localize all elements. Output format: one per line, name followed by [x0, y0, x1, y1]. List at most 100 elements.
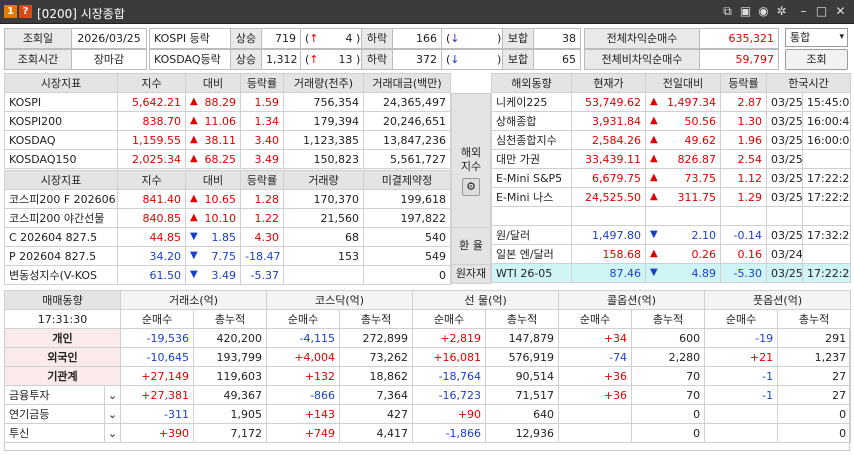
- gear-icon[interactable]: ⚙: [462, 178, 480, 196]
- table-row[interactable]: 연기금등 ⌄ -311 1,905 +143 427 +90 640 0 0: [4, 404, 852, 424]
- table-row[interactable]: KOSPI 5,642.21 ▲ 88.29 1.59 756,354 24,365,497: [4, 92, 451, 112]
- close-icon[interactable]: ✕: [833, 4, 848, 19]
- overseas-date: 03/25: [766, 92, 803, 112]
- index-value: 838.70: [117, 111, 186, 131]
- camera-icon[interactable]: ◉: [756, 4, 771, 19]
- group-header: 선 물(억): [412, 290, 560, 310]
- investor-trading-table: 매매동향 거래소(억) 코스닥(억) 선 물(억) 콜옵션(억) 풋옵션(억) 17:31:…: [3, 290, 852, 443]
- down-arrow-icon: ▼: [650, 228, 658, 240]
- table-row[interactable]: [491, 206, 852, 226]
- cumulative-header: 총누적: [339, 309, 414, 329]
- chevron-down-icon[interactable]: ⌄: [103, 423, 122, 443]
- overseas-change: ▲ 73.75: [645, 168, 721, 188]
- window-title: [0200] 시장종합: [37, 7, 125, 21]
- investor-value: +27,381: [120, 385, 195, 405]
- index-amount: 24,365,497: [363, 92, 451, 112]
- table-row[interactable]: 니케이225 53,749.62 ▲ 1,497.34 2.87 03/25 15:45:0…: [491, 92, 852, 112]
- kospi-up-label: 상승: [230, 28, 262, 49]
- table-row[interactable]: 개인 -19,536 420,200 -4,115 272,899 +2,819 147,8…: [3, 328, 852, 348]
- table-row[interactable]: 일본 엔/달러 158.68 ▲ 0.26 0.16 03/24: [491, 244, 852, 264]
- overseas-index-label: 해외 지수: [460, 146, 482, 173]
- overseas-price: 3,931.84: [571, 111, 646, 131]
- table-row[interactable]: P 202604 827.5 34.20 ▼ 7.75 -18.47 153 549: [4, 246, 451, 266]
- investor-value: -4,115: [266, 328, 341, 348]
- table-row[interactable]: 변동성지수(V-KOS 61.50 ▼ 3.49 -5.37 0: [4, 265, 451, 285]
- instrument-oi: 540: [363, 227, 451, 247]
- non-arbitrage-label: 전체비차익순매수: [584, 49, 700, 70]
- table-row[interactable]: KOSDAQ 1,159.55 ▲ 38.11 3.40 1,123,385 13,847,…: [4, 130, 451, 150]
- overseas-date: 03/25: [766, 225, 803, 245]
- index-value: 5,642.21: [117, 92, 186, 112]
- up-arrow-icon: ▲: [190, 192, 198, 204]
- market-select[interactable]: 통합 ▾: [785, 28, 848, 47]
- chevron-down-icon[interactable]: ⌄: [103, 404, 122, 424]
- instrument-volume: 153: [283, 246, 364, 266]
- table-row[interactable]: 심천종합지수2,584.26 ▲ 49.621.9603/2516:00:03: [491, 130, 852, 150]
- link-icon[interactable]: ⧉: [720, 4, 735, 19]
- overseas-change: ▲ 50.56: [645, 111, 721, 131]
- down-arrow-icon: ▼: [190, 230, 198, 242]
- column-header: 미결제약정: [363, 170, 451, 190]
- settings-icon[interactable]: ✲: [774, 4, 789, 19]
- net-buy-header: 순매수: [558, 309, 633, 329]
- table-row[interactable]: WTI 26-0587.46 ▼ 4.89-5.3003/2517:22:27: [491, 263, 852, 283]
- instrument-rate: -5.37: [240, 265, 284, 285]
- table-row[interactable]: 금융투자 ⌄ +27,381 49,367 -866 7,364 -16,723 71,517…: [4, 385, 852, 405]
- table-row[interactable]: 원/달러1,497.80 ▼ 2.10-0.1403/2517:32:21: [491, 225, 852, 245]
- change-value: 826.87: [677, 152, 717, 166]
- query-button[interactable]: 조회: [785, 49, 848, 70]
- kosdaq-up-label: 상승: [230, 49, 262, 70]
- table-row[interactable]: 기관계 +27,149 119,603 +132 18,862 -18,764 90,514…: [3, 366, 852, 386]
- column-header: 대비: [185, 170, 241, 190]
- change-value: 49.62: [684, 133, 717, 147]
- kospi-flat-count: 38: [533, 28, 581, 49]
- overseas-change: ▼ 2.10: [645, 225, 721, 245]
- table-row[interactable]: 외국인 -10,645 193,799 +4,004 73,262 +16,081 576,…: [3, 347, 852, 367]
- instrument-volume: 21,560: [283, 208, 364, 228]
- up-arrow-icon: ▲: [650, 247, 658, 259]
- instrument-change: ▼ 7.75: [185, 246, 241, 266]
- cumulative-header: 총누적: [631, 309, 706, 329]
- overseas-time: 17:22:27: [801, 187, 852, 207]
- table-row[interactable]: KOSPI200 838.70 ▲ 11.06 1.34 179,394 20,246,65…: [4, 111, 451, 131]
- investor-value: 70: [631, 385, 706, 405]
- overseas-change: ▼ 4.89: [645, 263, 721, 283]
- up-arrow-icon: ▲: [650, 95, 658, 107]
- column-header: 대비: [185, 73, 241, 93]
- table-row[interactable]: E-Mini 나스 24,525.50 ▲ 311.75 1.29 03/25 17:22:…: [491, 187, 852, 207]
- instrument-change: ▲ 10.10: [185, 208, 241, 228]
- investor-value: +749: [266, 423, 341, 443]
- table-row[interactable]: 코스피200 야간선물 840.85 ▲ 10.10 1.22 21,560 197,822: [4, 208, 451, 228]
- chevron-down-icon[interactable]: ⌄: [103, 385, 122, 405]
- index-name: KOSDAQ150: [4, 149, 118, 169]
- table-row[interactable]: 대만 가권 33,439.11 ▲ 826.87 2.54 03/25: [491, 149, 852, 169]
- table-row[interactable]: 투신 ⌄ +390 7,172 +749 4,417 -1,866 12,936 0 0: [4, 423, 852, 443]
- down-arrow-icon: ▼: [650, 266, 658, 278]
- investor-value: 640: [485, 404, 560, 424]
- maximize-icon[interactable]: □: [814, 4, 829, 19]
- investor-value: 49,367: [193, 385, 268, 405]
- table-row[interactable]: E-Mini S&P5 6,679.75 ▲ 73.75 1.12 03/25 17:22:…: [491, 168, 852, 188]
- index-rate: 1.59: [240, 92, 284, 112]
- overseas-change: ▲ 49.62: [645, 130, 721, 150]
- change-value: 38.11: [204, 133, 237, 147]
- kospi-downlimit: (↓ ): [441, 28, 503, 49]
- fx-side-label: 환 율: [451, 227, 491, 265]
- investor-value: 27: [777, 366, 852, 386]
- screen-number-badge[interactable]: 1: [4, 5, 17, 18]
- column-header: 해외동향: [491, 73, 572, 93]
- investor-value: +21: [704, 347, 779, 367]
- minimize-icon[interactable]: –: [796, 4, 811, 19]
- instrument-rate: -18.47: [240, 246, 284, 266]
- table-row[interactable]: C 202604 827.5 44.85 ▼ 1.85 4.30 68 540: [4, 227, 451, 247]
- inquiry-time-value: 장마감: [71, 49, 147, 70]
- investor-value: -866: [266, 385, 341, 405]
- help-badge[interactable]: ?: [19, 5, 32, 18]
- index-amount: 13,847,236: [363, 130, 451, 150]
- table-row[interactable]: KOSDAQ150 2,025.34 ▲ 68.25 3.49 150,823 5,561,…: [4, 149, 451, 169]
- table-row[interactable]: 상해종합3,931.84 ▲ 50.561.3003/2516:00:42: [491, 111, 852, 131]
- instrument-change: ▼ 3.49: [185, 265, 241, 285]
- table-row[interactable]: 코스피200 F 202606 841.40 ▲ 10.65 1.28 170,370 19…: [4, 189, 451, 209]
- copy-icon[interactable]: ▣: [738, 4, 753, 19]
- column-header: 지수: [117, 170, 186, 190]
